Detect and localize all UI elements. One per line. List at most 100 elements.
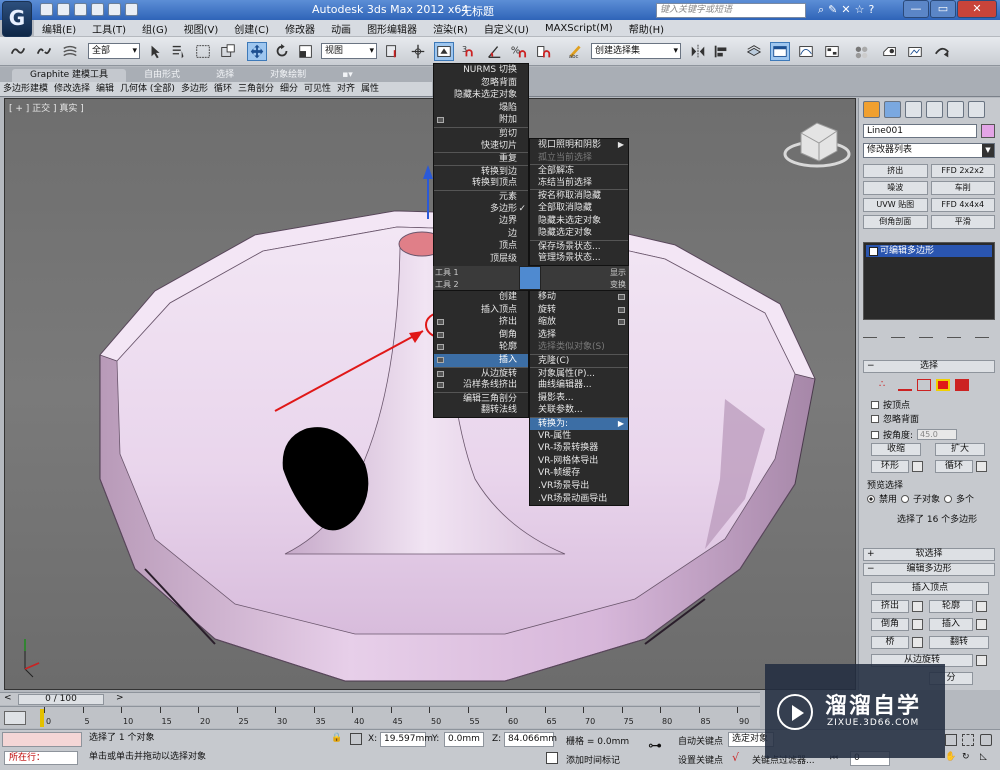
- quad-menu-item[interactable]: 多边形 ✓: [434, 203, 528, 216]
- quad-menu-item[interactable]: 翻转法线: [434, 404, 528, 417]
- track-bar[interactable]: 0 5 10 15 20 25 30 35 40 45 50 55 60 65 70 75 80 85 90: [0, 706, 760, 728]
- window-crossing-icon[interactable]: [218, 42, 238, 61]
- quad-menu-item[interactable]: 隐藏选定对象: [530, 227, 628, 240]
- inset-settings-icon[interactable]: [976, 619, 987, 630]
- polygon-level-icon[interactable]: [936, 379, 950, 391]
- quad-menu-item[interactable]: 插入: [434, 353, 528, 367]
- settings-box-icon[interactable]: [437, 344, 444, 351]
- preview-subobj-radio[interactable]: [901, 494, 910, 503]
- ribbon-panel-item[interactable]: 修改选择: [51, 82, 93, 96]
- quad-menu-item[interactable]: 全部解冻: [530, 164, 628, 177]
- use-pivot-center-icon[interactable]: [382, 42, 402, 61]
- grow-button[interactable]: 扩大: [935, 443, 985, 456]
- time-tag-icon[interactable]: [546, 752, 558, 764]
- maximize-button[interactable]: ▭: [930, 0, 956, 18]
- bevel-button[interactable]: 倒角: [871, 618, 909, 631]
- quad-menu-item[interactable]: 顶层级: [434, 253, 528, 266]
- quad-menu-item[interactable]: 附加: [434, 114, 528, 127]
- menu-item[interactable]: 工具(T): [84, 21, 134, 36]
- selection-filter-dropdown[interactable]: 全部: [88, 43, 140, 59]
- quad-menu-item[interactable]: 轮廓: [434, 341, 528, 354]
- preview-multi-radio[interactable]: [944, 494, 953, 503]
- vertex-level-icon[interactable]: ∴: [879, 379, 893, 391]
- modifier-button[interactable]: 车削: [930, 181, 995, 195]
- quad-menu-item[interactable]: 插入顶点: [434, 304, 528, 317]
- quad-menu-item[interactable]: 保存场景状态...: [530, 239, 628, 253]
- quad-menu-item[interactable]: VR-帧缓存: [530, 467, 628, 480]
- time-slider[interactable]: 0 / 100: [18, 694, 104, 705]
- edit-polygons-rollout-header[interactable]: − 编辑多边形: [863, 563, 995, 576]
- named-selection-sets-dropdown[interactable]: 创建选择集: [591, 43, 681, 59]
- menu-item[interactable]: 动画: [323, 21, 359, 36]
- lock-selection-icon[interactable]: 🔒: [331, 733, 342, 743]
- soft-selection-rollout-header[interactable]: + 软选择: [863, 548, 995, 561]
- motion-tab-icon[interactable]: [926, 101, 943, 118]
- menu-item[interactable]: 修改器: [277, 21, 323, 36]
- rendered-frame-window-icon[interactable]: [905, 42, 925, 61]
- align-icon[interactable]: [711, 42, 731, 61]
- quad-menu-item[interactable]: 管理场景状态...: [530, 252, 628, 265]
- quad-menu-item[interactable]: 选择: [530, 329, 628, 342]
- select-and-move-icon[interactable]: [247, 42, 267, 61]
- bind-to-space-warp-icon[interactable]: [60, 42, 80, 61]
- field-of-view-icon[interactable]: ◺: [980, 752, 987, 762]
- quad-menu-item[interactable]: 隐藏未选定对象: [434, 89, 528, 102]
- element-level-icon[interactable]: [955, 379, 969, 391]
- time-slider-next-icon[interactable]: >: [116, 693, 124, 703]
- menu-item[interactable]: 编辑(E): [34, 21, 84, 36]
- modifier-button[interactable]: 挤出: [863, 164, 928, 178]
- save-file-icon[interactable]: [74, 3, 87, 16]
- settings-box-icon[interactable]: [437, 370, 444, 377]
- edge-level-icon[interactable]: [898, 379, 912, 391]
- selection-rollout-header[interactable]: − 选择: [863, 360, 995, 373]
- absolute-mode-icon[interactable]: [350, 733, 362, 745]
- tab-object-paint[interactable]: 对象绘制: [252, 69, 324, 82]
- modifier-button[interactable]: 噪波: [863, 181, 928, 195]
- bridge-settings-icon[interactable]: [912, 637, 923, 648]
- select-and-rotate-icon[interactable]: [272, 42, 292, 61]
- new-file-icon[interactable]: [40, 3, 53, 16]
- graphite-modeling-tools-icon[interactable]: [770, 42, 790, 61]
- add-time-tag-button[interactable]: 添加时间标记: [566, 753, 620, 766]
- snaps-toggle-icon[interactable]: 3: [460, 42, 480, 61]
- key-mode-icon[interactable]: ⊶: [648, 738, 662, 754]
- object-name-field[interactable]: Line001: [863, 124, 977, 138]
- ribbon-panel-item[interactable]: 循环: [211, 82, 235, 96]
- settings-box-icon[interactable]: [618, 319, 625, 326]
- stack-item-editable-poly[interactable]: 可编辑多边形: [866, 245, 992, 257]
- quad-menu-item[interactable]: 顶点: [434, 240, 528, 253]
- flip-button[interactable]: 翻转: [929, 636, 989, 649]
- schematic-view-icon[interactable]: [822, 42, 842, 61]
- select-by-name-icon[interactable]: [169, 42, 189, 61]
- z-coordinate-field[interactable]: 84.066mm: [504, 732, 557, 747]
- quad-menu-item[interactable]: .VR场景动画导出: [530, 493, 628, 506]
- quad-menu-item[interactable]: 挤出: [434, 316, 528, 329]
- select-object-icon[interactable]: [146, 42, 166, 61]
- quad-menu-item[interactable]: 边: [434, 228, 528, 241]
- utilities-tab-icon[interactable]: [968, 101, 985, 118]
- close-button[interactable]: ✕: [957, 0, 997, 18]
- ribbon-panel-item[interactable]: 多边形: [178, 82, 211, 96]
- settings-box-icon[interactable]: [618, 294, 625, 300]
- display-tab-icon[interactable]: [947, 101, 964, 118]
- object-color-swatch[interactable]: [981, 124, 995, 138]
- quad-menu-item[interactable]: 转换为: ▶: [530, 416, 628, 430]
- percent-snap-toggle-icon[interactable]: %: [508, 42, 528, 61]
- border-level-icon[interactable]: [917, 379, 931, 391]
- binoculars-icon[interactable]: ⌕: [818, 3, 824, 17]
- menu-item[interactable]: 自定义(U): [476, 21, 537, 36]
- quad-menu-item[interactable]: 转换到边: [434, 164, 528, 178]
- quad-menu-item[interactable]: 剪切: [434, 126, 528, 140]
- insert-vertex-button[interactable]: 插入顶点: [871, 582, 989, 595]
- make-unique-icon[interactable]: [919, 326, 933, 338]
- layer-manager-icon[interactable]: [744, 42, 764, 61]
- outline-button[interactable]: 轮廓: [929, 600, 973, 613]
- quad-menu-item[interactable]: 转换到顶点: [434, 177, 528, 190]
- loop-button[interactable]: 循环: [935, 460, 973, 473]
- loop-spinner[interactable]: [976, 461, 987, 472]
- favorites-icon[interactable]: ☆: [855, 3, 865, 17]
- perspective-viewport[interactable]: [ + ] 正交 ] 真实 ]: [4, 98, 856, 690]
- maxscript-mini-listener[interactable]: 所在行：: [4, 751, 78, 765]
- quad-menu-item[interactable]: 重复: [434, 152, 528, 165]
- quad-menu-item[interactable]: 全部取消隐藏: [530, 202, 628, 215]
